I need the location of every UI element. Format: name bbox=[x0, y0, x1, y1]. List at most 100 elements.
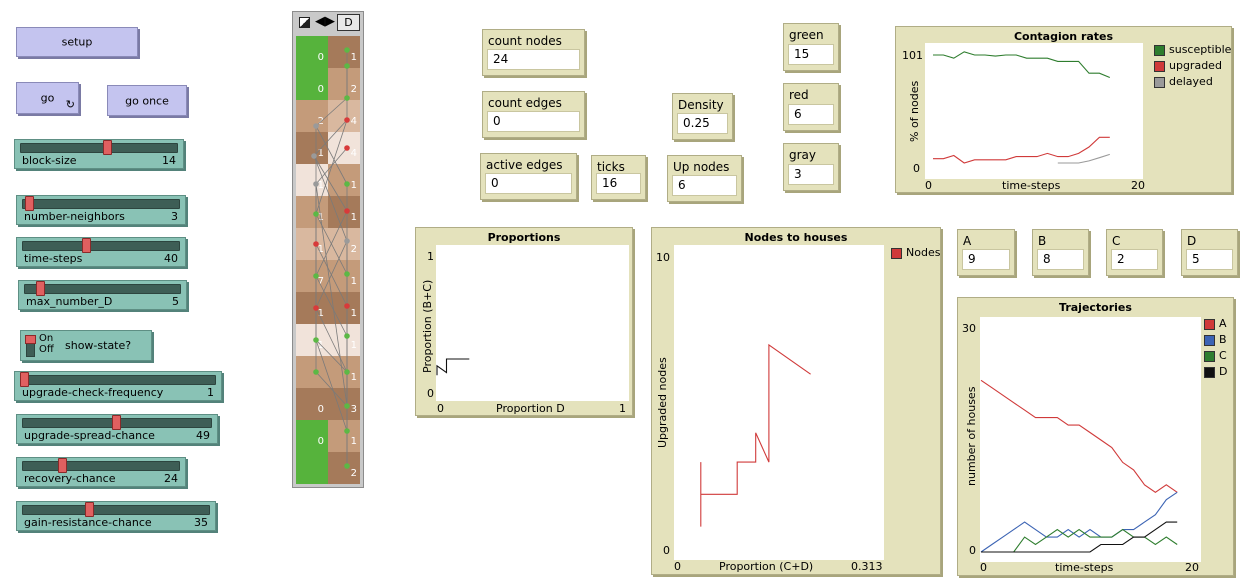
y-tick-min: 0 bbox=[427, 387, 434, 400]
monitor-label: Density bbox=[678, 98, 724, 112]
monitor-c: C 2 bbox=[1106, 229, 1163, 276]
slider-thumb[interactable] bbox=[85, 502, 95, 517]
x-tick-min: 0 bbox=[437, 402, 444, 415]
slider-value: 24 bbox=[164, 472, 178, 485]
slider-track[interactable] bbox=[22, 241, 180, 251]
monitor-value: 0.25 bbox=[677, 113, 728, 134]
monitor-count-edges: count edges 0 bbox=[482, 91, 585, 138]
slider-track[interactable] bbox=[22, 505, 210, 515]
world-view[interactable]: 00211117110012441121111312 bbox=[296, 36, 360, 484]
network-node bbox=[344, 238, 350, 244]
monitor-density: Density 0.25 bbox=[672, 93, 733, 140]
slider-gain-resistance-chance[interactable]: gain-resistance-chance 35 bbox=[16, 501, 216, 531]
slider-max-number-d[interactable]: max_number_D 5 bbox=[18, 280, 187, 310]
setup-button[interactable]: setup bbox=[16, 27, 138, 57]
patch-label: 0 bbox=[318, 404, 324, 415]
plot-proportions: Proportions 1 0 0 1 Proportion D Proport… bbox=[415, 227, 633, 416]
view-perspective-icon[interactable]: D bbox=[337, 14, 360, 31]
legend-label: susceptible bbox=[1169, 43, 1232, 56]
series-line-c bbox=[981, 528, 1178, 553]
x-tick-max: 20 bbox=[1185, 561, 1199, 574]
patch-label: 0 bbox=[318, 436, 324, 447]
legend-label: upgraded bbox=[1169, 59, 1222, 72]
monitor-label: green bbox=[789, 28, 824, 42]
go-button[interactable]: go ↻ bbox=[16, 82, 79, 114]
switch-toggle[interactable] bbox=[25, 335, 36, 344]
plot-area bbox=[925, 43, 1143, 179]
slider-thumb[interactable] bbox=[25, 196, 35, 211]
slider-track[interactable] bbox=[24, 284, 181, 294]
slider-thumb[interactable] bbox=[111, 415, 121, 430]
x-axis-label: Proportion D bbox=[496, 402, 565, 415]
switch-label: show-state? bbox=[65, 339, 132, 352]
slider-thumb[interactable] bbox=[20, 372, 29, 387]
view-arrows-icon[interactable]: ◀▶ bbox=[315, 14, 335, 29]
series-line-delayed bbox=[1057, 153, 1110, 164]
world-view-frame: ◀▶ D 00211117110012441121111312 bbox=[292, 11, 364, 488]
x-tick-max: 1 bbox=[619, 402, 626, 415]
slider-thumb[interactable] bbox=[58, 458, 68, 473]
slider-number-neighbors[interactable]: number-neighbors 3 bbox=[16, 195, 186, 225]
legend-label: B bbox=[1219, 333, 1227, 346]
chart-contagion-svg bbox=[933, 51, 1111, 164]
network-node bbox=[344, 208, 350, 214]
network-node bbox=[344, 428, 350, 434]
monitor-value: 2 bbox=[1111, 249, 1158, 270]
monitor-label: B bbox=[1038, 234, 1047, 248]
y-axis-label: Upgraded nodes bbox=[656, 357, 669, 448]
slider-block-size[interactable]: block-size 14 bbox=[14, 139, 184, 169]
monitor-label: A bbox=[963, 234, 972, 248]
network-node bbox=[313, 305, 319, 311]
monitor-value: 16 bbox=[596, 173, 641, 194]
network-node bbox=[344, 117, 350, 123]
monitor-value: 3 bbox=[788, 164, 834, 185]
switch-on-label: On bbox=[39, 333, 54, 344]
slider-upgrade-spread-chance[interactable]: upgrade-spread-chance 49 bbox=[16, 414, 218, 444]
slider-upgrade-check-frequency[interactable]: upgrade-check-frequency 1 bbox=[14, 371, 222, 401]
slider-track[interactable] bbox=[20, 375, 216, 385]
chart-nodes-houses-svg bbox=[700, 343, 811, 527]
legend-label: A bbox=[1219, 317, 1227, 330]
slider-thumb[interactable] bbox=[36, 281, 45, 296]
legend-swatch bbox=[1154, 77, 1165, 88]
slider-track[interactable] bbox=[22, 199, 180, 209]
chart-trajectories-svg bbox=[980, 379, 1178, 553]
monitor-active-edges: active edges 0 bbox=[480, 153, 577, 200]
slider-thumb[interactable] bbox=[103, 140, 113, 155]
network-node bbox=[344, 271, 350, 277]
network-node bbox=[344, 47, 350, 53]
switch-off-label: Off bbox=[39, 344, 54, 355]
legend-swatch bbox=[891, 248, 902, 259]
world-patch bbox=[296, 452, 328, 484]
patch-label: 0 bbox=[318, 52, 324, 63]
slider-track[interactable] bbox=[22, 461, 180, 471]
slider-track[interactable] bbox=[20, 143, 178, 153]
series-line-line bbox=[436, 358, 470, 376]
monitor-b: B 8 bbox=[1032, 229, 1089, 276]
plot-area bbox=[674, 245, 884, 560]
slider-thumb[interactable] bbox=[82, 238, 92, 253]
series-line-nodes bbox=[700, 343, 811, 527]
world-view-canvas: 00211117110012441121111312 bbox=[296, 36, 360, 484]
monitor-value: 9 bbox=[962, 249, 1010, 270]
go-once-button[interactable]: go once bbox=[107, 85, 187, 116]
legend-swatch bbox=[1204, 319, 1215, 330]
plot-area bbox=[980, 317, 1201, 562]
slider-value: 49 bbox=[196, 429, 210, 442]
slider-time-steps[interactable]: time-steps 40 bbox=[16, 237, 186, 267]
view-3d-icon[interactable] bbox=[299, 17, 310, 28]
monitor-ticks: ticks 16 bbox=[591, 155, 646, 200]
legend-swatch bbox=[1154, 61, 1165, 72]
network-node bbox=[344, 403, 350, 409]
slider-recovery-chance[interactable]: recovery-chance 24 bbox=[16, 457, 186, 487]
monitor-value: 15 bbox=[788, 44, 834, 65]
network-node bbox=[313, 181, 319, 187]
show-state-switch[interactable]: On Off show-state? bbox=[20, 330, 152, 361]
legend-label: Nodes bbox=[906, 246, 941, 259]
patch-label: 4 bbox=[351, 116, 357, 127]
network-node bbox=[344, 181, 350, 187]
network-node bbox=[344, 63, 350, 69]
series-line-susceptible bbox=[933, 51, 1111, 79]
network-node bbox=[313, 211, 319, 217]
y-tick-max: 30 bbox=[962, 322, 976, 335]
